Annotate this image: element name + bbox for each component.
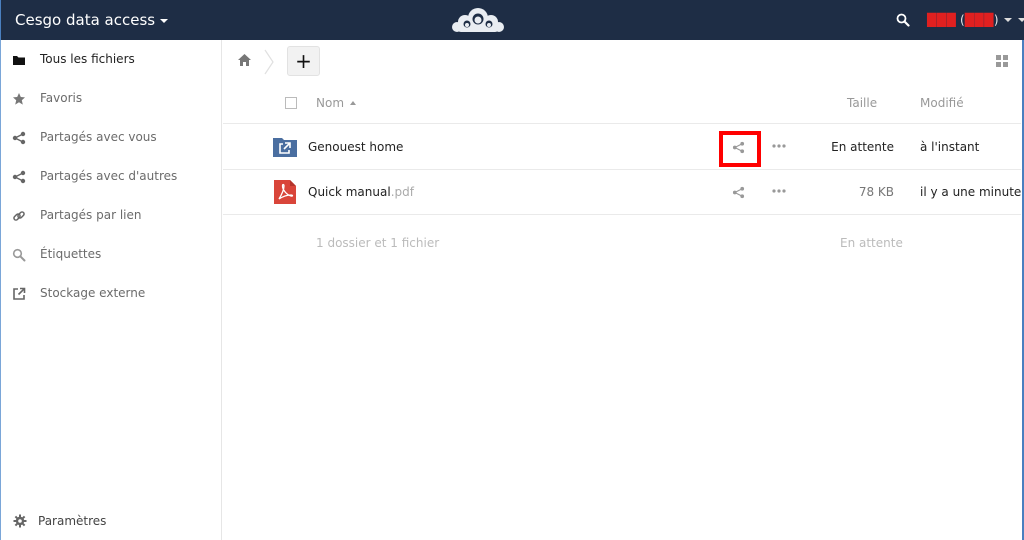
breadcrumb-separator <box>264 49 274 75</box>
sidebar: Tous les fichiers Favoris Partagés avec … <box>1 40 222 540</box>
sidebar-item-label: Tous les fichiers <box>40 52 135 66</box>
total-size-summary: En attente <box>840 236 903 250</box>
user-paren-close: ) <box>993 13 999 27</box>
chevron-down-icon <box>160 19 169 23</box>
app-title: Cesgo data access <box>15 11 156 29</box>
top-header: Cesgo data access ███ ( ███ ) <box>0 0 1024 40</box>
app-menu-button[interactable]: Cesgo data access <box>15 11 169 29</box>
sidebar-item-shared-with-you[interactable]: Partagés avec vous <box>1 123 221 153</box>
file-modified: à l'instant <box>920 140 980 154</box>
user-menu-button[interactable]: ███ ( ███ ) <box>927 13 1024 27</box>
sidebar-item-label: Partagés par lien <box>40 208 142 222</box>
file-size: 78 KB <box>858 185 894 199</box>
sidebar-item-external-storage[interactable]: Stockage externe <box>1 279 221 309</box>
sidebar-item-favorites[interactable]: Favoris <box>1 84 221 114</box>
settings-button[interactable]: Paramètres <box>1 505 221 535</box>
chevron-down-icon <box>1003 18 1012 22</box>
table-row[interactable]: Quick manual.pdf 78 KB il y a une minute <box>223 170 1021 215</box>
sidebar-item-all-files[interactable]: Tous les fichiers <box>1 45 221 75</box>
file-modified: il y a une minute <box>920 185 1022 199</box>
search-icon[interactable] <box>896 13 910 27</box>
sidebar-item-label: Stockage externe <box>40 286 146 300</box>
file-name[interactable]: Quick manual.pdf <box>308 185 414 199</box>
share-icon <box>12 170 26 184</box>
file-extension: .pdf <box>390 185 414 199</box>
file-table-header: Nom Taille Modifié <box>223 84 1021 124</box>
controls-bar: + <box>223 40 1021 82</box>
owncloud-cloud-logo-icon <box>452 8 504 32</box>
new-file-button[interactable]: + <box>287 46 320 76</box>
external-link-icon <box>13 287 26 300</box>
file-basename: Quick manual <box>308 185 391 199</box>
link-icon <box>13 211 25 221</box>
share-icon[interactable] <box>732 186 745 199</box>
sidebar-item-label: Favoris <box>40 91 83 105</box>
column-header-size[interactable]: Taille <box>847 96 877 110</box>
more-options-icon[interactable] <box>772 140 786 152</box>
file-count-summary: 1 dossier et 1 fichier <box>316 236 440 250</box>
user-paren-open: ( <box>956 13 965 27</box>
sort-ascending-icon <box>350 101 357 105</box>
user-id: ███ <box>964 13 994 27</box>
gear-icon <box>13 514 27 528</box>
share-icon[interactable] <box>732 141 745 154</box>
sidebar-item-label: Partagés avec d'autres <box>40 169 178 183</box>
search-icon <box>12 248 26 262</box>
share-icon <box>12 131 26 145</box>
column-header-name[interactable]: Nom <box>316 96 357 110</box>
sidebar-item-label: Étiquettes <box>40 247 102 261</box>
user-display-name: ███ <box>927 13 957 27</box>
external-folder-icon <box>273 138 297 157</box>
sidebar-item-shared-with-others[interactable]: Partagés avec d'autres <box>1 162 221 192</box>
select-all-checkbox[interactable] <box>285 97 297 109</box>
file-name[interactable]: Genouest home <box>308 140 403 154</box>
file-size: En attente <box>831 140 894 154</box>
home-icon[interactable] <box>237 53 252 67</box>
sidebar-item-label: Partagés avec vous <box>40 130 157 144</box>
pdf-file-icon <box>274 180 296 204</box>
more-options-icon[interactable] <box>772 185 786 197</box>
sidebar-item-shared-by-link[interactable]: Partagés par lien <box>1 201 221 231</box>
star-icon <box>13 93 25 105</box>
column-header-modified[interactable]: Modifié <box>920 96 964 110</box>
file-summary-row: 1 dossier et 1 fichier En attente <box>223 216 1021 256</box>
file-basename: Genouest home <box>308 140 404 154</box>
folder-icon <box>13 56 25 65</box>
table-row[interactable]: Genouest home En attente à l'instant <box>223 125 1021 170</box>
chevron-down-icon <box>1017 18 1024 22</box>
settings-label: Paramètres <box>38 514 107 528</box>
column-name-label: Nom <box>316 96 345 110</box>
sidebar-item-tags[interactable]: Étiquettes <box>1 240 221 270</box>
grid-view-icon[interactable] <box>996 55 1008 67</box>
